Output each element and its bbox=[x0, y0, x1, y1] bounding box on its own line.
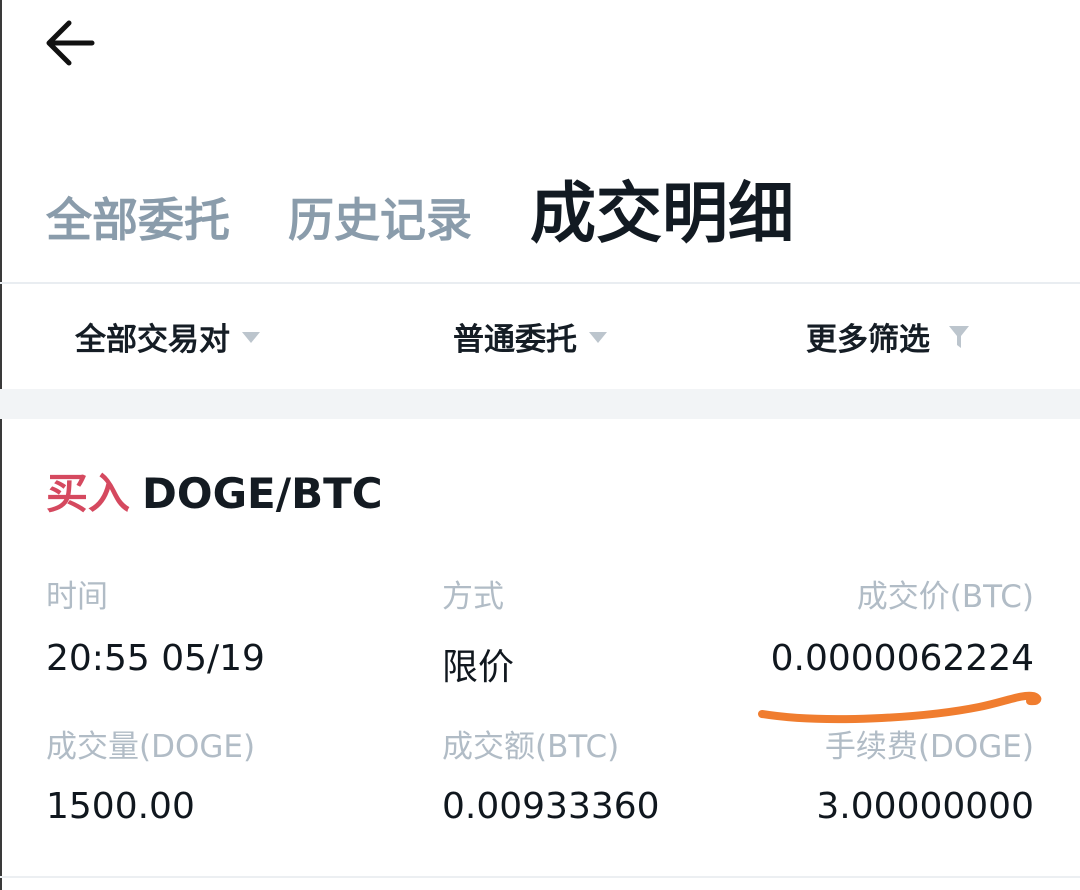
tab-trade-details[interactable]: 成交明细 bbox=[530, 160, 794, 256]
filter-more-label: 更多筛选 bbox=[806, 322, 930, 358]
funnel-icon bbox=[949, 325, 969, 348]
time-label: 时间 bbox=[46, 579, 108, 615]
tab-divider bbox=[0, 282, 1080, 284]
section-separator bbox=[0, 389, 1080, 419]
triangle-down-icon bbox=[589, 332, 607, 343]
volume-value: 1500.00 bbox=[46, 786, 195, 827]
filter-order-type[interactable]: 普通委托 bbox=[453, 314, 607, 359]
arrow-left-icon bbox=[46, 20, 95, 66]
fee-label: 手续费(DOGE) bbox=[824, 729, 1034, 765]
triangle-down-icon bbox=[242, 332, 260, 343]
time-value: 20:55 05/19 bbox=[46, 638, 265, 679]
window-edge bbox=[0, 0, 2, 890]
filter-order-type-label: 普通委托 bbox=[453, 322, 577, 358]
amount-label: 成交额(BTC) bbox=[442, 729, 620, 765]
fee-value: 3.00000000 bbox=[816, 786, 1034, 827]
method-value: 限价 bbox=[442, 647, 515, 688]
amount-value: 0.00933360 bbox=[442, 786, 660, 827]
tab-bar: 全部委托 历史记录 成交明细 bbox=[46, 160, 852, 260]
trade-divider bbox=[0, 876, 1080, 878]
volume-label: 成交量(DOGE) bbox=[46, 729, 256, 765]
price-label: 成交价(BTC) bbox=[856, 579, 1034, 615]
back-button[interactable] bbox=[40, 14, 102, 74]
filter-trading-pair[interactable]: 全部交易对 bbox=[75, 314, 260, 359]
method-label: 方式 bbox=[442, 579, 504, 615]
tab-all-orders[interactable]: 全部委托 bbox=[46, 184, 230, 250]
price-value: 0.0000062224 bbox=[770, 638, 1034, 679]
trade-header: 买入 DOGE/BTC bbox=[46, 460, 383, 521]
trade-pair: DOGE/BTC bbox=[142, 469, 383, 518]
filter-trading-pair-label: 全部交易对 bbox=[75, 322, 230, 358]
filter-more[interactable]: 更多筛选 bbox=[806, 314, 970, 359]
tab-history[interactable]: 历史记录 bbox=[288, 184, 472, 250]
trade-side: 买入 bbox=[46, 469, 131, 518]
